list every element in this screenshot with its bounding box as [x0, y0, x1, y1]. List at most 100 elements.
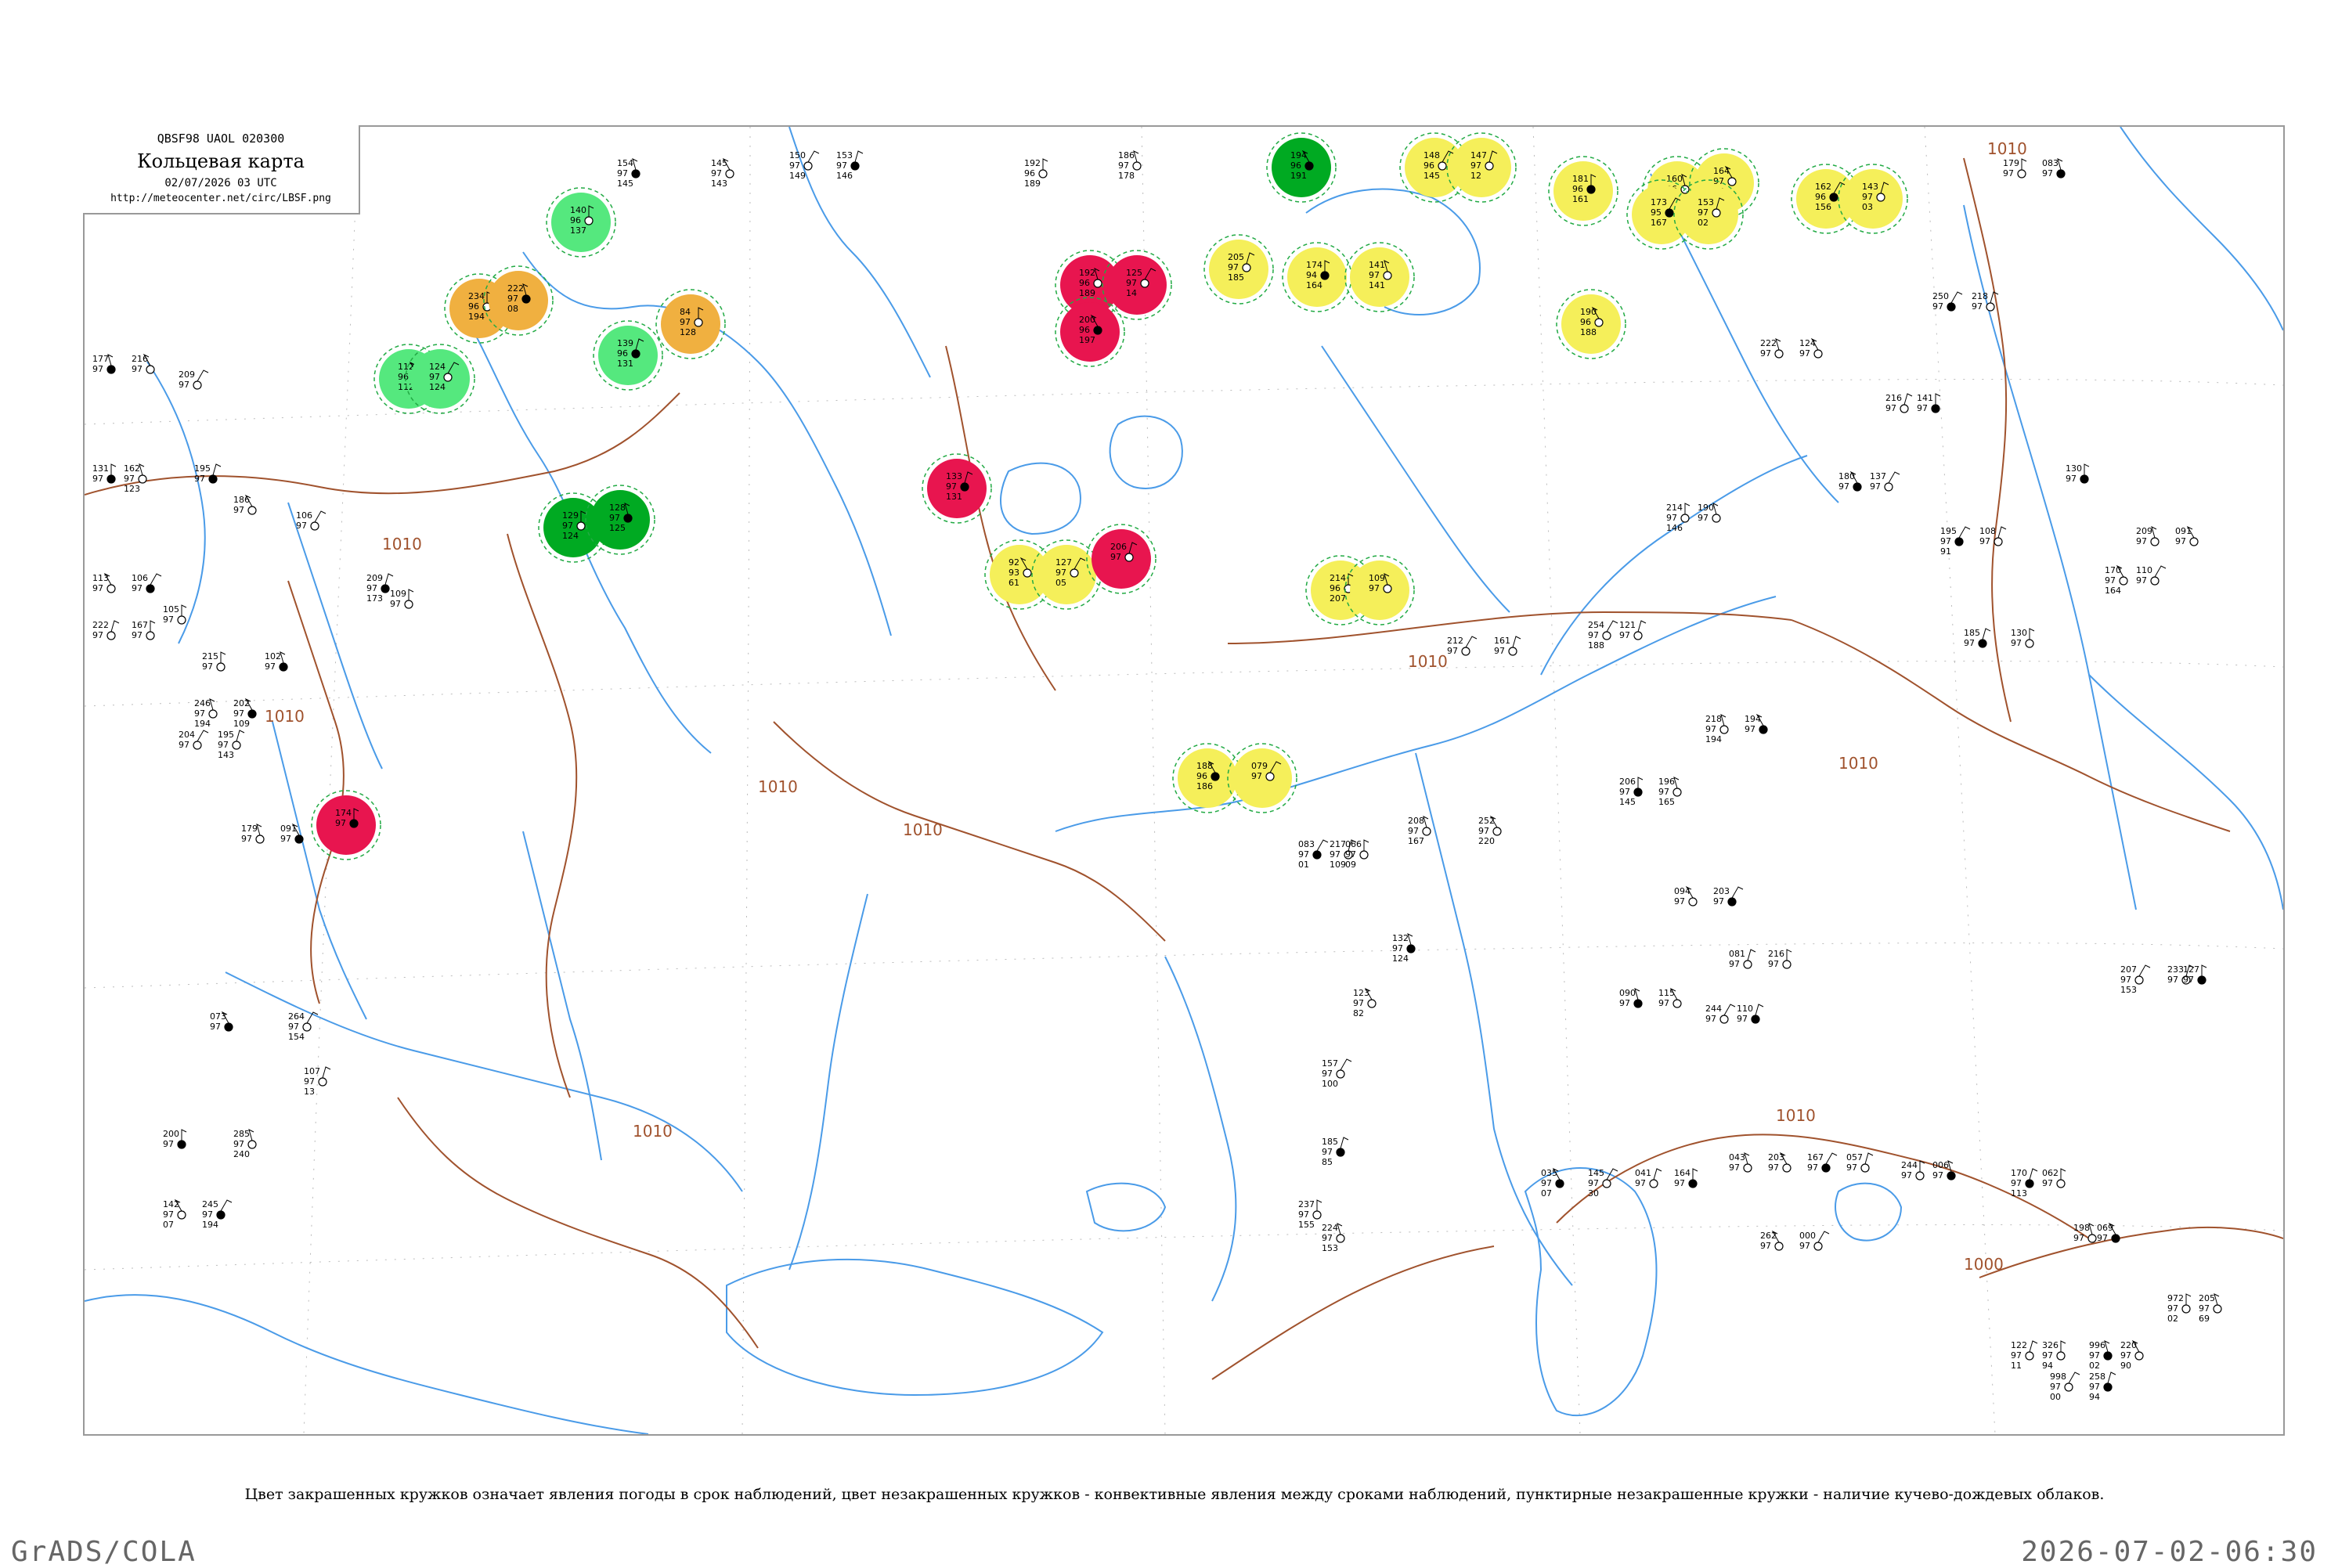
station-dewpoint: 125 — [609, 523, 626, 533]
station-plot: 18196161 — [1548, 156, 1618, 226]
station-pressure: 97 — [92, 630, 103, 640]
station-plot: 18597 — [1964, 628, 1991, 648]
station-pressure: 96 — [1580, 317, 1591, 327]
isobar-label: 1010 — [758, 777, 798, 796]
station-pressure: 97 — [1870, 481, 1881, 492]
isobar-label: 1010 — [265, 707, 305, 726]
isobar-line — [945, 345, 1056, 691]
station-plot: 07397 — [210, 1011, 233, 1032]
station-pressure: 97 — [163, 1209, 174, 1220]
station-circle — [623, 514, 633, 523]
station-dewpoint: 191 — [1290, 171, 1307, 181]
station-temperature: 205 — [1228, 252, 1244, 262]
station-plot: 2059769 — [2199, 1293, 2222, 1324]
station-pressure: 97 — [2136, 536, 2147, 546]
station-temperature: 206 — [1110, 542, 1127, 552]
station-plot: 19097 — [1698, 503, 1721, 523]
station-temperature: 207 — [2120, 964, 2137, 975]
station-circle — [1680, 514, 1690, 523]
station-plot: 26497154 — [288, 1011, 319, 1042]
station-circle — [1947, 302, 1956, 312]
station-circle — [1093, 326, 1102, 335]
station-plot: 13197 — [92, 463, 117, 484]
station-circle — [1813, 349, 1823, 359]
azov-sea — [1085, 1182, 1167, 1232]
wind-barb — [807, 150, 820, 163]
station-plot: 13397131 — [922, 453, 992, 524]
station-pressure: 97 — [1972, 301, 1983, 312]
isobar-label: 1010 — [1987, 139, 2027, 158]
station-temperature: 214 — [1330, 573, 1346, 583]
station-plot: 19096188 — [1556, 289, 1626, 359]
station-plot: 20096197 — [1055, 297, 1125, 367]
station-pressure: 97 — [1862, 192, 1873, 202]
station-dewpoint: 07 — [163, 1220, 174, 1230]
station-circle — [631, 169, 640, 178]
station-temperature: 258 — [2089, 1372, 2105, 1382]
station-plot: 1439703 — [1838, 164, 1908, 234]
station-circle — [146, 365, 155, 374]
station-pressure: 97 — [2003, 168, 2014, 178]
station-pressure: 97 — [680, 317, 691, 327]
station-temperature: 167 — [132, 620, 148, 630]
wind-barb — [212, 463, 222, 476]
station-temperature: 190 — [1698, 503, 1714, 513]
station-plot: 1959791 — [1940, 526, 1971, 557]
station-plot: 12797 — [2183, 964, 2207, 985]
wind-barb — [1755, 1004, 1764, 1016]
station-dewpoint: 00 — [2050, 1392, 2061, 1402]
station-circle — [1367, 999, 1377, 1008]
station-pressure: 97 — [1674, 896, 1685, 907]
station-temperature: 203 — [1713, 886, 1730, 896]
station-plot: 25297220 — [1478, 815, 1502, 846]
station-dewpoint: 189 — [1024, 178, 1041, 189]
wind-barb — [1316, 1199, 1322, 1211]
station-temperature: 121 — [1619, 620, 1636, 630]
station-circle — [1211, 772, 1220, 781]
station-pressure: 97 — [2011, 1178, 2022, 1188]
station-temperature: 215 — [202, 651, 218, 661]
station-pressure: 97 — [2167, 1303, 2178, 1314]
station-circle — [1774, 1242, 1784, 1251]
station-pressure: 97 — [1932, 301, 1943, 312]
station-temperature: 252 — [1478, 816, 1495, 826]
station-dewpoint: 161 — [1572, 194, 1589, 204]
station-circle — [1336, 1148, 1345, 1157]
station-circle — [1931, 404, 1940, 413]
station-dewpoint: 154 — [288, 1032, 305, 1042]
station-plot: 28597240 — [233, 1129, 257, 1159]
weather-phenomenon-circle — [1350, 561, 1409, 620]
station-pressure: 97 — [1737, 1014, 1748, 1024]
station-pressure: 96 — [617, 348, 628, 359]
station-plot: 16797 — [132, 620, 156, 640]
station-circle — [694, 318, 703, 327]
station-circle — [2134, 1351, 2144, 1361]
station-circle — [1712, 208, 1721, 218]
station-plot: 20997 — [179, 369, 209, 390]
station-circle — [1751, 1015, 1760, 1024]
station-circle — [318, 1077, 327, 1087]
station-plot: 0839701 — [1298, 839, 1329, 870]
station-plot: 09197 — [2175, 525, 2199, 546]
station-pressure: 97 — [132, 583, 143, 593]
isobar-line — [507, 533, 578, 1098]
station-pressure: 97 — [218, 740, 229, 750]
station-plot: 17494164 — [1282, 242, 1352, 312]
station-temperature: 179 — [241, 824, 258, 834]
station-plot: 8497128 — [655, 289, 726, 359]
wind-barb — [1316, 839, 1329, 852]
station-temperature: 998 — [2050, 1372, 2066, 1382]
station-circle — [1422, 827, 1431, 836]
station-temperature: 081 — [1729, 949, 1745, 959]
station-pressure: 97 — [1705, 724, 1716, 734]
station-temperature: 200 — [1079, 315, 1095, 325]
wind-barb — [181, 1129, 187, 1141]
wind-barb — [2084, 463, 2090, 475]
station-temperature: 245 — [202, 1199, 218, 1209]
station-temperature: 195 — [218, 730, 234, 740]
station-temperature: 083 — [1298, 839, 1315, 849]
station-pressure: 96 — [1024, 168, 1035, 178]
station-dewpoint: 69 — [2199, 1314, 2210, 1324]
wind-barb — [110, 620, 120, 633]
station-circle — [1336, 1234, 1345, 1243]
